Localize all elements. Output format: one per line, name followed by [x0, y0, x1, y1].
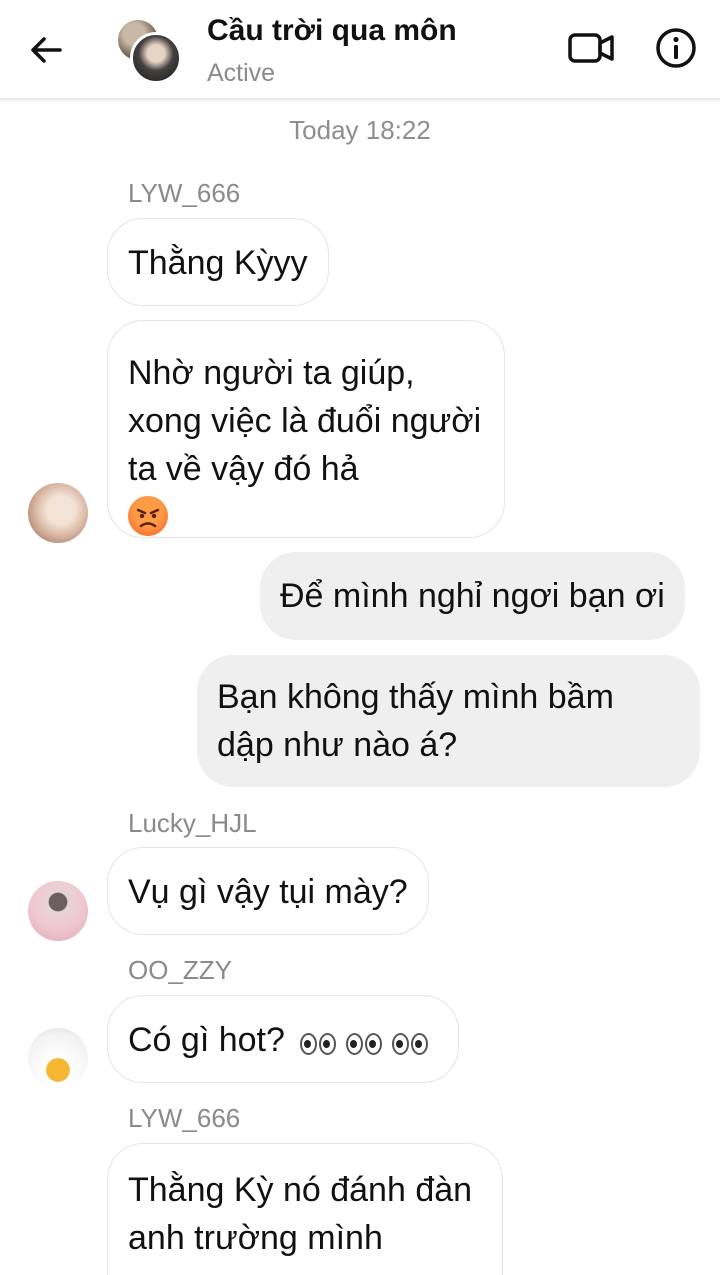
- sender-name: OO_ZZY: [128, 955, 233, 985]
- back-arrow-icon[interactable]: [26, 30, 66, 70]
- chat-header: Cầu trời qua môn Active: [0, 0, 720, 100]
- message-bubble[interactable]: Thằng Kỳ nó đánh đàn anh trường mình: [107, 1143, 503, 1275]
- sender-name: Lucky_HJL: [128, 808, 257, 838]
- message-text: Bạn không thấy mình bầm dập như nào á?: [217, 678, 614, 764]
- message-timestamp: Today 18:22: [289, 115, 431, 145]
- chat-title[interactable]: Cầu trời qua môn: [207, 14, 457, 48]
- active-status: Active: [207, 59, 276, 87]
- avatar[interactable]: [28, 483, 88, 543]
- message-text: Để mình nghỉ ngơi bạn ơi: [280, 577, 665, 615]
- group-avatar[interactable]: [116, 18, 182, 84]
- message-bubble[interactable]: Vụ gì vậy tụi mày?: [107, 847, 429, 935]
- message-bubble[interactable]: Có gì hot?: [107, 995, 460, 1086]
- message-text: Thằng Kỳyy: [128, 244, 308, 282]
- info-icon[interactable]: [655, 27, 697, 69]
- message-bubble[interactable]: Để mình nghỉ ngơi bạn ơi: [260, 552, 685, 640]
- sender-name: LYW_666: [128, 1103, 241, 1133]
- message-text: Vụ gì vậy tụi mày?: [128, 873, 408, 911]
- angry-face-emoji: [128, 496, 168, 537]
- avatar[interactable]: [28, 881, 88, 941]
- message-text: Có gì hot?: [128, 1021, 285, 1059]
- message-bubble[interactable]: Bạn không thấy mình bầm dập như nào á?: [197, 655, 700, 787]
- video-call-icon[interactable]: [566, 28, 616, 68]
- member-avatar: [130, 32, 182, 84]
- message-bubble[interactable]: Nhờ người ta giúp, xong việc là đuổi ngư…: [107, 320, 505, 538]
- message-text: Thằng Kỳ nó đánh đàn anh trường mình: [128, 1171, 473, 1257]
- avatar[interactable]: [28, 1028, 88, 1088]
- eyes-emoji: [300, 998, 438, 1086]
- message-bubble[interactable]: Thằng Kỳyy: [107, 218, 329, 306]
- message-text: Nhờ người ta giúp, xong việc là đuổi ngư…: [128, 354, 482, 488]
- sender-name: LYW_666: [128, 178, 241, 208]
